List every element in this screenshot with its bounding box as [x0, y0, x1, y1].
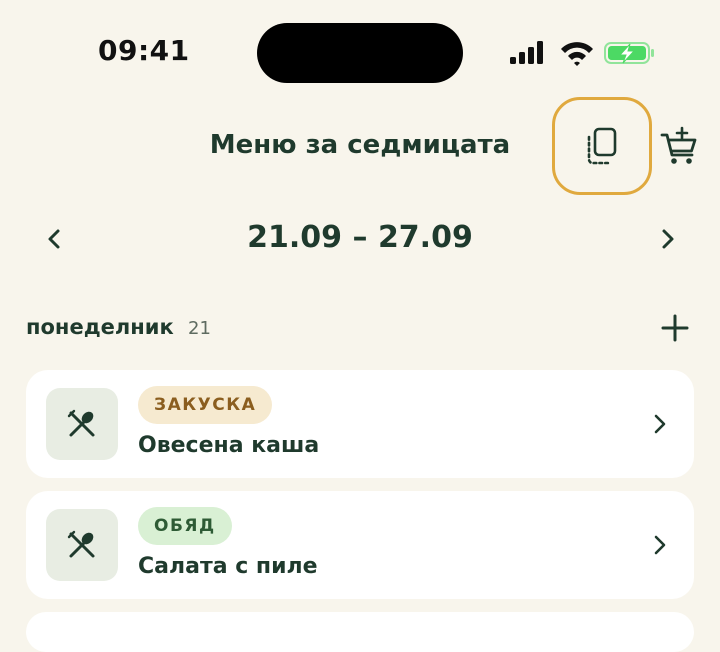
copy-week-icon	[587, 127, 617, 165]
meal-card[interactable]: ОБЯД Салата с пиле	[26, 491, 694, 599]
chevron-right-icon	[654, 535, 666, 555]
page-title-text: Меню за седмицата	[209, 130, 511, 160]
meal-category-badge: ЗАКУСКА	[138, 386, 273, 424]
meal-thumbnail	[46, 388, 118, 460]
dynamic-island	[257, 23, 463, 83]
meal-category-badge: ОБЯД	[138, 507, 232, 545]
meal-name: Овесена каша	[138, 433, 320, 458]
copy-week-button[interactable]	[552, 97, 652, 195]
add-to-cart-icon[interactable]	[660, 126, 698, 166]
week-range-label: 21.09 – 27.09	[247, 220, 473, 255]
wifi-icon	[561, 42, 593, 66]
fork-spoon-icon	[67, 409, 95, 437]
chevron-right-icon	[654, 414, 666, 434]
status-icons	[510, 41, 654, 66]
add-meal-button[interactable]	[660, 313, 690, 343]
meal-card[interactable]: ЗАКУСКА Овесена каша	[26, 370, 694, 478]
battery-charging-icon	[604, 42, 654, 64]
day-name: понеделник	[26, 315, 174, 339]
cellular-signal-icon	[510, 41, 543, 64]
meal-thumbnail	[46, 509, 118, 581]
status-time: 09:41	[98, 34, 190, 67]
meal-name: Салата с пиле	[138, 554, 318, 579]
next-week-button[interactable]	[654, 224, 682, 254]
fork-spoon-icon	[67, 530, 95, 558]
meal-card[interactable]	[26, 612, 694, 652]
day-number: 21	[188, 318, 211, 339]
